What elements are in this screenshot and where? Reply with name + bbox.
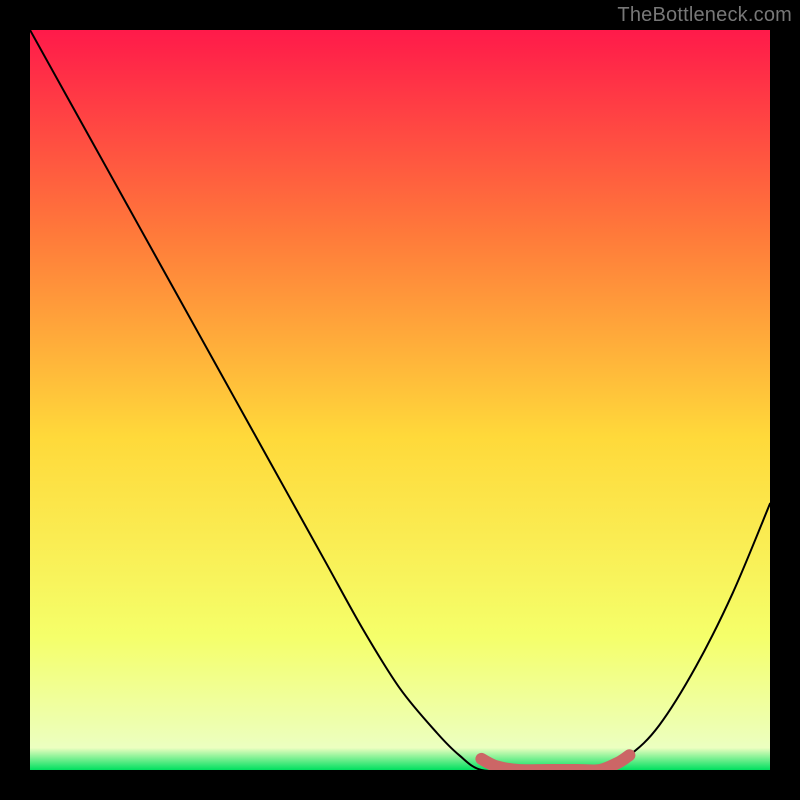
watermark-text: TheBottleneck.com [617,4,792,27]
gradient-background [30,30,770,770]
chart-svg [30,30,770,770]
chart-plot-area [30,30,770,770]
